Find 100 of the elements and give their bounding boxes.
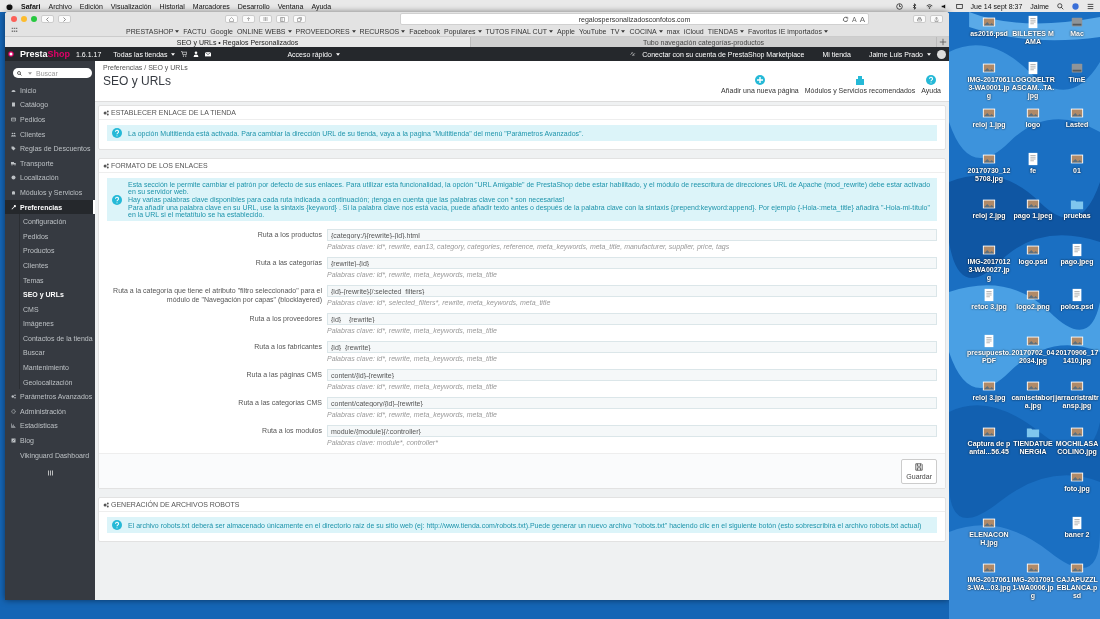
document-icon <box>1070 515 1084 530</box>
back-icon <box>45 16 50 22</box>
forward-button[interactable] <box>58 15 71 23</box>
gears-icon <box>103 162 109 169</box>
document-icon <box>1026 15 1040 29</box>
link-icon <box>630 51 637 57</box>
people-icon <box>11 131 16 137</box>
envelope-icon <box>205 51 212 57</box>
globe-icon <box>11 175 16 181</box>
person-icon <box>193 51 200 57</box>
image-file-icon <box>1070 379 1084 393</box>
floppy-icon <box>915 463 924 471</box>
forward-icon <box>62 16 67 22</box>
bar-chart-icon <box>11 423 16 429</box>
tabs-button[interactable] <box>293 15 306 23</box>
list-icon <box>1087 2 1094 10</box>
image-file-icon <box>1070 106 1084 120</box>
sidebar-button[interactable] <box>276 15 289 23</box>
caret-icon <box>351 29 356 33</box>
image-file-icon <box>1026 106 1040 120</box>
share-button[interactable] <box>242 15 255 23</box>
caret-icon <box>658 29 663 33</box>
image-file-icon <box>982 561 996 575</box>
close-button[interactable] <box>11 16 17 22</box>
image-file-icon <box>1026 197 1040 211</box>
wrench-icon <box>11 204 16 210</box>
gears-icon <box>103 109 109 116</box>
home-button[interactable] <box>225 15 238 23</box>
search-icon <box>1057 2 1064 10</box>
sidebar-icon <box>280 16 285 22</box>
page-title: SEO y URLs <box>103 74 172 88</box>
help-icon <box>112 128 122 138</box>
reload-icon <box>842 15 849 23</box>
document-icon <box>982 288 996 302</box>
gauge-icon <box>11 87 16 93</box>
minimize-button[interactable] <box>21 16 27 22</box>
caret-icon <box>823 29 828 33</box>
drive-icon <box>1070 15 1084 29</box>
truck-icon <box>11 160 16 166</box>
upload-icon <box>934 16 939 22</box>
caret-icon <box>335 52 340 56</box>
image-file-icon <box>982 197 996 211</box>
avatar[interactable] <box>937 49 946 59</box>
volume-icon <box>940 2 948 10</box>
top-sites-button[interactable] <box>259 15 272 23</box>
gear-icon <box>11 408 16 414</box>
upload-icon <box>246 16 251 22</box>
zoom-button[interactable] <box>31 16 37 22</box>
grid-icon <box>11 27 18 34</box>
logo-icon <box>8 51 14 57</box>
image-file-icon <box>982 379 996 393</box>
image-file-icon <box>1070 561 1084 575</box>
text-size-button[interactable]: A <box>859 14 865 24</box>
help-icon <box>112 194 122 205</box>
plus-circle-icon <box>754 75 765 85</box>
bluetooth-icon <box>910 2 918 10</box>
apple-icon <box>6 2 13 10</box>
image-file-icon <box>982 15 996 29</box>
document-icon <box>1070 288 1084 302</box>
help-icon <box>112 520 122 530</box>
tabs-icon <box>297 16 302 22</box>
collapse-icon <box>47 470 53 477</box>
display-icon <box>955 2 963 10</box>
caret-icon <box>927 52 931 56</box>
image-file-icon <box>982 106 996 120</box>
tag-icon <box>11 146 16 152</box>
print-button[interactable] <box>913 15 926 23</box>
help-icon <box>926 75 937 85</box>
caret-icon <box>171 52 176 56</box>
search-icon <box>17 70 22 76</box>
caret-icon <box>401 29 406 33</box>
book-icon <box>11 102 16 108</box>
image-file-icon <box>1026 379 1040 393</box>
caret-icon <box>621 29 626 33</box>
gears-icon <box>11 394 16 400</box>
clock-icon <box>895 2 903 10</box>
wifi-icon <box>925 2 933 10</box>
caret-icon <box>287 29 292 33</box>
document-icon <box>1026 60 1040 75</box>
grid-icon <box>263 16 268 22</box>
printer-icon <box>917 16 922 22</box>
image-file-icon <box>1026 561 1040 575</box>
card-icon <box>11 117 16 122</box>
document-icon <box>1026 151 1040 166</box>
siri-icon <box>1072 2 1079 10</box>
logo-text[interactable]: PrestaShop <box>20 49 71 59</box>
caret-icon <box>477 29 482 33</box>
caret-icon <box>175 29 180 33</box>
document-icon <box>982 333 996 348</box>
image-file-icon <box>1070 470 1084 484</box>
gears-icon <box>103 501 109 508</box>
home-icon <box>229 16 234 22</box>
share-button[interactable] <box>930 15 943 23</box>
plus-icon <box>939 38 947 46</box>
image-file-icon <box>1026 288 1040 302</box>
cart-icon <box>181 51 188 57</box>
caret-icon <box>28 71 32 75</box>
back-button[interactable] <box>41 15 54 23</box>
caret-icon <box>740 29 745 33</box>
document-icon <box>1070 242 1084 257</box>
